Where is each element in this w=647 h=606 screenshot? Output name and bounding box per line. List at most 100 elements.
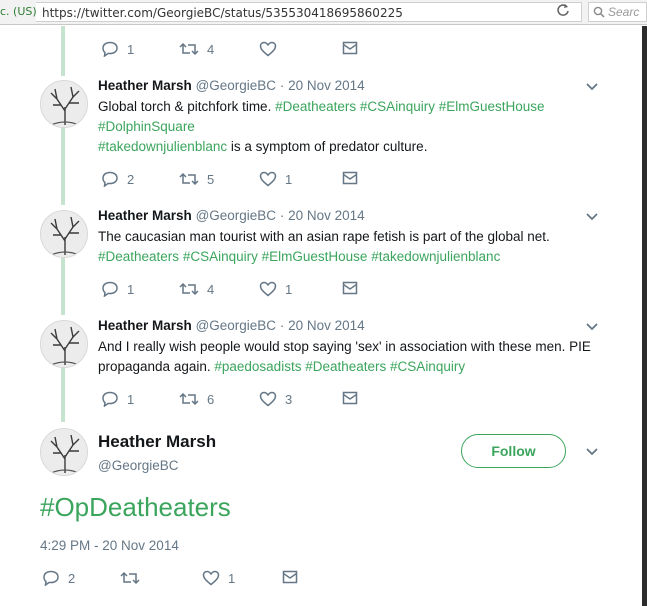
like-button[interactable]: [259, 41, 277, 57]
retweet-icon: [179, 172, 199, 186]
main-author-handle[interactable]: @GeorgieBC: [98, 458, 179, 473]
like-count: 1: [285, 171, 293, 187]
dm-button[interactable]: [342, 281, 358, 295]
hashtag-link[interactable]: #paedosadists: [214, 359, 301, 374]
reply-button[interactable]: 1: [101, 281, 134, 297]
heart-icon: [259, 281, 277, 297]
reply-button[interactable]: 1: [101, 41, 134, 57]
hashtag-link[interactable]: #Deatheaters: [275, 99, 356, 114]
reply-count: 1: [127, 41, 135, 57]
reload-icon[interactable]: [556, 3, 570, 20]
separator: ·: [279, 208, 285, 223]
tweet-text: And I really wish people would stop sayi…: [98, 337, 598, 377]
retweet-button[interactable]: 4: [179, 281, 214, 297]
reply-icon: [102, 41, 118, 57]
like-button[interactable]: 1: [259, 281, 292, 297]
tweet[interactable]: Heather Marsh @GeorgieBC · 20 Nov 2014 G…: [0, 78, 640, 198]
author-name[interactable]: Heather Marsh: [98, 318, 192, 333]
main-tweet-hashtag[interactable]: #OpDeatheaters: [40, 492, 231, 523]
retweet-button[interactable]: 5: [179, 171, 214, 187]
tweet-text-segment: propaganda again.: [98, 359, 211, 374]
search-placeholder: Searc: [608, 5, 640, 19]
heart-icon: [259, 391, 277, 407]
scrollbar[interactable]: [642, 26, 647, 606]
like-button[interactable]: 3: [259, 391, 292, 407]
reply-icon: [43, 570, 59, 586]
thread-line: [61, 26, 65, 76]
reply-count: 2: [127, 171, 135, 187]
hashtag-link[interactable]: #takedownjulienblanc: [371, 249, 500, 264]
separator: ·: [279, 318, 285, 333]
avatar[interactable]: [40, 320, 88, 368]
tweet-text: The caucasian man tourist with an asian …: [98, 227, 598, 267]
reply-icon: [102, 281, 118, 297]
tweet-date[interactable]: 20 Nov 2014: [288, 78, 365, 93]
secure-indicator[interactable]: c. (US): [0, 5, 37, 18]
reply-button[interactable]: 2: [101, 171, 134, 187]
url-field[interactable]: https://twitter.com/GeorgieBC/status/535…: [36, 2, 582, 22]
chevron-down-icon[interactable]: [585, 446, 599, 458]
hashtag-link[interactable]: #Deatheaters: [305, 359, 386, 374]
search-icon: [593, 6, 605, 18]
dm-button[interactable]: [342, 171, 358, 185]
avatar[interactable]: [40, 428, 88, 476]
hashtag-link[interactable]: #CSAinquiry: [390, 359, 465, 374]
dm-button[interactable]: [342, 391, 358, 405]
chevron-down-icon[interactable]: [585, 321, 599, 333]
retweet-button[interactable]: 6: [179, 391, 214, 407]
hashtag-link[interactable]: #ElmGuestHouse: [439, 99, 545, 114]
tweet[interactable]: Heather Marsh @GeorgieBC · 20 Nov 2014 A…: [0, 318, 640, 418]
retweet-count: 4: [207, 41, 215, 57]
reply-icon: [102, 391, 118, 407]
hashtag-link[interactable]: #takedownjulienblanc: [98, 139, 227, 154]
author-name[interactable]: Heather Marsh: [98, 208, 192, 223]
like-button[interactable]: 1: [259, 171, 292, 187]
tweet-text: Global torch & pitchfork time. #Deatheat…: [98, 97, 598, 157]
tweet-date[interactable]: 20 Nov 2014: [288, 208, 365, 223]
main-tweet-timestamp[interactable]: 4:29 PM - 20 Nov 2014: [40, 538, 179, 553]
retweet-count: 4: [207, 281, 215, 297]
dm-button[interactable]: [342, 41, 358, 55]
hashtag-link[interactable]: #CSAinquiry: [360, 99, 435, 114]
like-count: 3: [285, 391, 293, 407]
hashtag-link[interactable]: #DolphinSquare: [98, 119, 195, 134]
like-count: 1: [285, 281, 293, 297]
tweet-text-segment: The caucasian man tourist with an asian …: [98, 229, 550, 244]
hashtag-link[interactable]: #CSAinquiry: [183, 249, 258, 264]
retweet-icon: [120, 571, 140, 585]
main-author-name[interactable]: Heather Marsh: [98, 432, 216, 452]
hashtag-link[interactable]: #ElmGuestHouse: [262, 249, 368, 264]
chevron-down-icon[interactable]: [585, 81, 599, 93]
reply-count: 1: [127, 281, 135, 297]
retweet-button[interactable]: 4: [179, 41, 214, 57]
retweet-button[interactable]: [120, 570, 140, 586]
author-name[interactable]: Heather Marsh: [98, 78, 192, 93]
author-handle[interactable]: @GeorgieBC: [196, 318, 277, 333]
heart-icon: [259, 41, 277, 57]
retweet-icon: [179, 392, 199, 406]
tweet-text-segment: is a symptom of predator culture.: [230, 139, 428, 154]
chevron-down-icon[interactable]: [585, 211, 599, 223]
tweet-date[interactable]: 20 Nov 2014: [288, 318, 365, 333]
retweet-count: 5: [207, 171, 215, 187]
envelope-icon: [342, 281, 358, 295]
envelope-icon: [342, 171, 358, 185]
reply-button[interactable]: 2: [42, 570, 75, 586]
hashtag-link[interactable]: #Deatheaters: [98, 249, 179, 264]
browser-search-input[interactable]: Searc: [588, 2, 647, 22]
dm-button[interactable]: [282, 570, 298, 584]
avatar[interactable]: [40, 210, 88, 258]
author-handle[interactable]: @GeorgieBC: [196, 208, 277, 223]
follow-button[interactable]: Follow: [461, 434, 566, 468]
reply-button[interactable]: 1: [101, 391, 134, 407]
reply-icon: [102, 171, 118, 187]
tweet-text-segment: And I really wish people would stop sayi…: [98, 339, 591, 354]
separator: ·: [279, 78, 285, 93]
reply-count: 2: [68, 570, 76, 586]
avatar[interactable]: [40, 80, 88, 128]
like-count: 1: [228, 570, 236, 586]
author-handle[interactable]: @GeorgieBC: [196, 78, 277, 93]
tweet[interactable]: Heather Marsh @GeorgieBC · 20 Nov 2014 T…: [0, 208, 640, 308]
envelope-icon: [342, 41, 358, 55]
like-button[interactable]: 1: [202, 570, 235, 586]
